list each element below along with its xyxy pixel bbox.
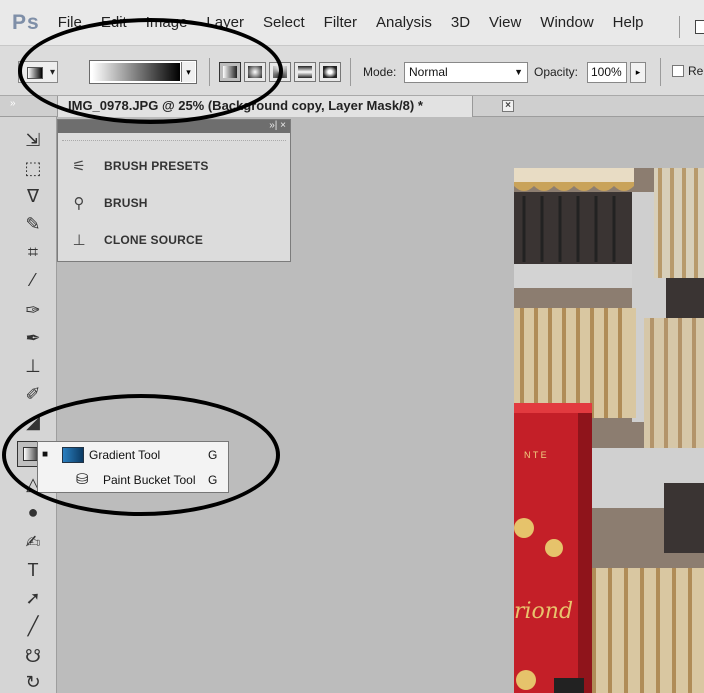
eraser-tool-icon[interactable]: ◢ <box>18 409 48 435</box>
panel-item-brush[interactable]: ⚲ BRUSH <box>66 190 286 216</box>
brush-icon: ⚲ <box>73 195 85 212</box>
menu-layer[interactable]: Layer <box>206 14 244 31</box>
radial-gradient-icon <box>248 66 262 78</box>
linear-gradient-button[interactable] <box>219 62 241 82</box>
brush-tool-icon[interactable]: ✒ <box>18 325 48 351</box>
angle-gradient-icon <box>273 66 287 78</box>
options-separator <box>209 58 210 86</box>
lasso-tool-icon[interactable]: ᐁ <box>18 183 48 209</box>
gradient-tool-icon <box>27 67 43 79</box>
document-tab-strip: » IMG_0978.JPG @ 25% (Background copy, L… <box>0 96 704 117</box>
panel-item-brush-presets[interactable]: ⚟ BRUSH PRESETS <box>66 153 286 179</box>
flyout-item-gradient-tool[interactable]: ■ Gradient Tool G <box>38 442 228 467</box>
reflected-gradient-icon <box>298 66 312 78</box>
close-icon[interactable]: × <box>502 100 514 112</box>
path-selection-tool-icon[interactable]: ➚ <box>18 585 48 611</box>
panel-grip[interactable] <box>62 135 286 141</box>
panel-header[interactable]: »| × <box>58 120 290 133</box>
reverse-checkbox[interactable] <box>672 65 684 77</box>
diamond-gradient-icon <box>323 66 337 78</box>
photoshop-window: { "app": { "logo": "Ps" }, "menu": { "it… <box>0 0 704 693</box>
paint-bucket-icon: ⛁ <box>76 470 89 488</box>
options-separator <box>350 58 351 86</box>
radial-gradient-button[interactable] <box>244 62 266 82</box>
flyout-item-shortcut: G <box>208 472 218 487</box>
collapse-icon[interactable]: » <box>10 98 16 109</box>
building-photo: riond N T E <box>514 168 704 693</box>
menu-3d[interactable]: 3D <box>451 14 470 31</box>
options-separator <box>660 58 661 86</box>
menu-edit[interactable]: Edit <box>101 14 127 31</box>
sign-letters: N T E <box>524 450 547 460</box>
gradient-icon <box>62 446 84 463</box>
document-tab-title: IMG_0978.JPG @ 25% (Background copy, Lay… <box>68 98 423 113</box>
bridge-launch-icon[interactable] <box>695 20 704 34</box>
gradient-preview <box>92 63 180 81</box>
healing-brush-tool-icon[interactable]: ✑ <box>18 297 48 323</box>
reflected-gradient-button[interactable] <box>294 62 316 82</box>
panel-item-clone-source[interactable]: ⊥ CLONE SOURCE <box>66 227 286 253</box>
mode-value: Normal <box>409 65 448 79</box>
type-tool-icon[interactable]: T <box>18 557 48 583</box>
diamond-gradient-button[interactable] <box>319 62 341 82</box>
brush-presets-icon: ⚟ <box>72 158 86 175</box>
gradient-picker[interactable]: ▾ <box>89 60 197 84</box>
brush-panel-group: »| × ⚟ BRUSH PRESETS ⚲ BRUSH ⊥ CLONE SOU… <box>57 119 291 262</box>
clone-stamp-tool-icon[interactable]: ⊥ <box>18 353 48 379</box>
menu-analysis[interactable]: Analysis <box>376 14 432 31</box>
menu-bar: Ps File Edit Image Layer Select Filter A… <box>0 0 704 46</box>
flyout-item-label: Paint Bucket Tool <box>103 472 196 487</box>
app-logo: Ps <box>12 10 40 34</box>
eyedropper-tool-icon[interactable]: ⁄ <box>18 267 48 293</box>
dodge-tool-icon[interactable]: ● <box>18 499 48 525</box>
3d-orbit-tool-icon[interactable]: ↻ <box>18 669 48 693</box>
selected-bullet-icon: ■ <box>41 449 49 460</box>
menu-image[interactable]: Image <box>146 14 188 31</box>
panel-item-label: CLONE SOURCE <box>104 233 204 247</box>
tools-panel: ⇲ ⬚ ᐁ ✎ ⌗ ⁄ ✑ ✒ ⊥ ✐ ◢ △ ● ✍ T ➚ ╱ ☋ ↻ <box>0 117 57 693</box>
mode-select[interactable]: Normal ▼ <box>404 62 528 83</box>
sign-script-text: riond <box>514 599 573 624</box>
mode-label: Mode: <box>363 65 397 79</box>
line-tool-icon[interactable]: ╱ <box>18 613 48 639</box>
marquee-tool-icon[interactable]: ⬚ <box>18 155 48 181</box>
panel-item-label: BRUSH PRESETS <box>104 159 209 173</box>
clone-source-icon: ⊥ <box>72 232 86 249</box>
canvas-image[interactable]: riond N T E <box>514 168 704 693</box>
flyout-item-label: Gradient Tool <box>89 447 161 462</box>
chevron-down-icon: ▾ <box>49 67 55 78</box>
linear-gradient-icon <box>223 66 237 78</box>
menu-view[interactable]: View <box>489 14 521 31</box>
move-tool-icon[interactable]: ⇲ <box>18 127 48 153</box>
tool-flyout-menu: ■ Gradient Tool G ⛁ Paint Bucket Tool G <box>37 441 229 493</box>
flyout-item-paint-bucket-tool[interactable]: ⛁ Paint Bucket Tool G <box>38 467 228 492</box>
3d-rotate-tool-icon[interactable]: ☋ <box>18 643 48 669</box>
opacity-slider-button[interactable]: ▸ <box>630 62 646 83</box>
opacity-label: Opacity: <box>534 65 579 79</box>
crop-tool-icon[interactable]: ⌗ <box>18 239 48 265</box>
angle-gradient-button[interactable] <box>269 62 291 82</box>
tool-preset-picker[interactable]: ▾ <box>18 61 58 83</box>
menu-filter[interactable]: Filter <box>324 14 357 31</box>
menu-window[interactable]: Window <box>540 14 593 31</box>
flyout-item-shortcut: G <box>208 447 218 462</box>
chevron-down-icon[interactable]: ▾ <box>181 62 195 82</box>
chevron-down-icon: ▼ <box>514 67 523 77</box>
panel-item-label: BRUSH <box>104 196 148 210</box>
reverse-label: Re <box>688 64 704 78</box>
menu-help[interactable]: Help <box>613 14 644 31</box>
pen-tool-icon[interactable]: ✍ <box>18 529 48 555</box>
panel-collapse-close-icon[interactable]: »| × <box>269 120 286 132</box>
opacity-input[interactable]: 100% <box>587 62 627 83</box>
menu-select[interactable]: Select <box>263 14 305 31</box>
document-tab[interactable]: IMG_0978.JPG @ 25% (Background copy, Lay… <box>57 96 514 117</box>
menu-separator <box>679 16 680 38</box>
history-brush-tool-icon[interactable]: ✐ <box>18 381 48 407</box>
quick-selection-tool-icon[interactable]: ✎ <box>18 211 48 237</box>
menu-file[interactable]: File <box>58 14 82 31</box>
options-bar: ▾ ▾ Mode: Normal ▼ Opacity: 100% ▸ Re <box>0 46 704 96</box>
